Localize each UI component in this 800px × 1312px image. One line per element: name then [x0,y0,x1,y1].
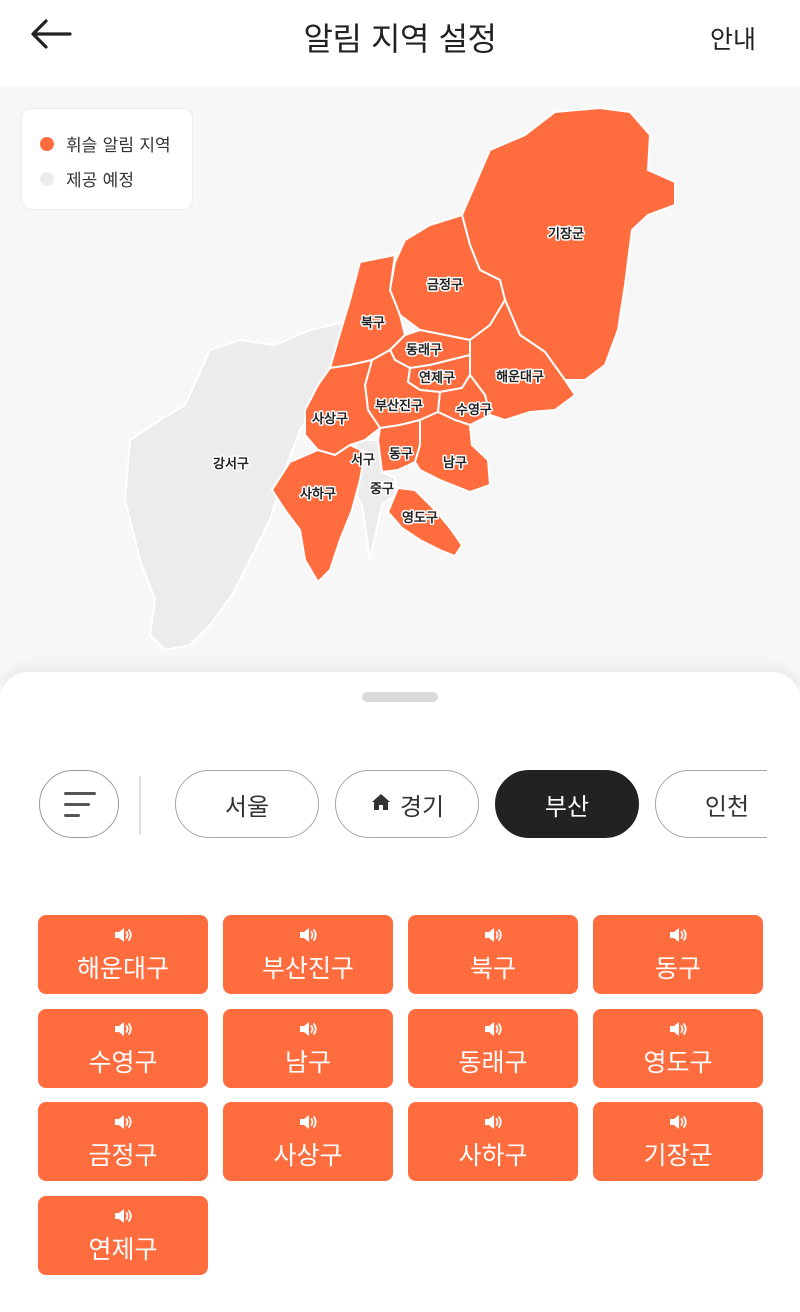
district-tile[interactable]: 연제구 [38,1195,208,1275]
legend-dot-active [40,136,54,151]
map-label-yeonje: 연제구 [419,371,455,386]
district-tile[interactable]: 영도구 [593,1008,763,1088]
sheet-drag-handle[interactable] [362,692,438,702]
bottom-sheet: 서울 경기 부산 인천 해운대구 부산진구 북구 동구수영구 남구 동래구 영도구금정구 사상… [0,672,800,1312]
home-icon [370,790,392,818]
chip-label: 서울 [224,792,270,821]
speaker-icon [38,1112,208,1132]
map-label-suyeong: 수영구 [456,403,492,418]
district-name: 금정구 [88,1141,158,1170]
district-name: 동래구 [458,1047,528,1077]
page-title: 알림 지역 설정 [303,20,497,58]
map-region-nam[interactable] [413,410,492,494]
district-tile[interactable]: 사하구 [408,1102,578,1181]
district-tile[interactable]: 수영구 [38,1008,208,1088]
speaker-icon [408,925,578,945]
district-name: 부산진구 [261,954,354,983]
map-label-dongnae: 동래구 [406,343,442,358]
chip-busan[interactable]: 부산 [495,770,639,838]
map-label-buk: 북구 [361,316,385,331]
map-label-dong: 동구 [389,447,413,462]
district-tile[interactable]: 기장군 [593,1102,763,1181]
speaker-icon [593,1112,763,1132]
legend-label-upcoming: 제공 예정 [66,171,134,191]
district-tile[interactable]: 동래구 [408,1008,578,1088]
map-label-gangseo: 강서구 [213,456,249,472]
map-label-sasang: 사상구 [312,411,348,427]
chip-gyeonggi[interactable]: 경기 [335,770,479,838]
map-label-busanjin: 부산진구 [375,398,423,414]
speaker-icon [223,925,393,945]
speaker-icon [408,1019,578,1039]
legend-label-active: 휘슬 알림 지역 [66,136,171,156]
district-name: 남구 [284,1047,331,1077]
speaker-icon [223,1112,393,1132]
chip-label: 부산 [544,792,590,821]
district-name: 사하구 [458,1141,528,1170]
district-name: 해운대구 [76,954,169,983]
legend-item-active: 휘슬 알림 지역 [40,131,171,156]
district-name: 동구 [654,954,701,983]
filter-menu-button[interactable] [39,770,119,838]
region-map: 기장군 금정구 북구 동래구 연제구 해운대구 사상구 부산진구 수영구 강서구… [0,86,800,686]
legend-item-upcoming: 제공 예정 [40,166,134,191]
map-region-dong[interactable] [376,418,421,474]
district-tile[interactable]: 해운대구 [38,915,208,994]
speaker-icon [593,1019,763,1039]
map-label-nam: 남구 [443,455,467,471]
map-label-gijang: 기장군 [548,226,584,242]
chip-label: 인천 [704,792,750,821]
district-tile[interactable]: 부산진구 [223,915,393,994]
speaker-icon [38,1019,208,1039]
city-chip-row: 서울 경기 부산 인천 [175,769,767,841]
district-tile[interactable]: 금정구 [38,1102,208,1181]
speaker-icon [223,1019,393,1039]
map-label-yeongdo: 영도구 [402,511,438,526]
chip-seoul[interactable]: 서울 [175,770,319,838]
chip-incheon[interactable]: 인천 [655,770,767,838]
map-label-geumjeong: 금정구 [427,277,463,293]
speaker-icon [38,1206,208,1226]
district-name: 사상구 [273,1141,343,1170]
legend-dot-upcoming [40,171,54,186]
map-label-jung: 중구 [370,482,394,497]
district-tile[interactable]: 북구 [408,915,578,994]
speaker-icon [408,1112,578,1132]
district-name: 영도구 [643,1047,713,1077]
map-label-haeundae: 해운대구 [496,369,544,385]
chip-label: 경기 [399,792,445,821]
chip-divider [139,776,141,834]
district-tile[interactable]: 남구 [223,1008,393,1088]
header: 알림 지역 설정 안내 [0,0,800,86]
district-name: 수영구 [88,1047,158,1077]
map-label-saha: 사하구 [300,486,336,502]
district-name: 북구 [469,954,516,983]
map-legend: 휘슬 알림 지역 제공 예정 [21,108,193,210]
guide-button[interactable]: 안내 [710,20,756,56]
district-name: 기장군 [643,1141,713,1170]
district-name: 연제구 [88,1234,158,1264]
map-label-seo: 서구 [351,453,375,468]
district-tile[interactable]: 사상구 [223,1102,393,1181]
district-tile[interactable]: 동구 [593,915,763,994]
speaker-icon [593,925,763,945]
speaker-icon [38,925,208,945]
